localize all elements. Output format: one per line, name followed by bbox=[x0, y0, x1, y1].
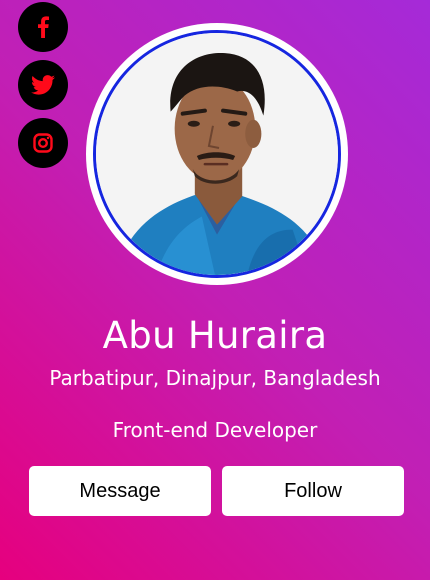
profile-name: Abu Huraira bbox=[102, 314, 328, 357]
follow-button[interactable]: Follow bbox=[222, 466, 404, 516]
profile-role: Front-end Developer bbox=[112, 418, 318, 442]
social-links bbox=[18, 2, 68, 168]
profile-photo bbox=[93, 30, 341, 278]
instagram-icon bbox=[33, 133, 53, 153]
twitter-button[interactable] bbox=[18, 60, 68, 110]
instagram-button[interactable] bbox=[18, 118, 68, 168]
twitter-icon bbox=[31, 75, 55, 95]
facebook-icon bbox=[36, 16, 50, 38]
profile-photo-image bbox=[96, 33, 338, 275]
message-button[interactable]: Message bbox=[29, 466, 211, 516]
facebook-button[interactable] bbox=[18, 2, 68, 52]
profile-location: Parbatipur, Dinajpur, Bangladesh bbox=[49, 366, 381, 390]
avatar bbox=[86, 23, 348, 285]
